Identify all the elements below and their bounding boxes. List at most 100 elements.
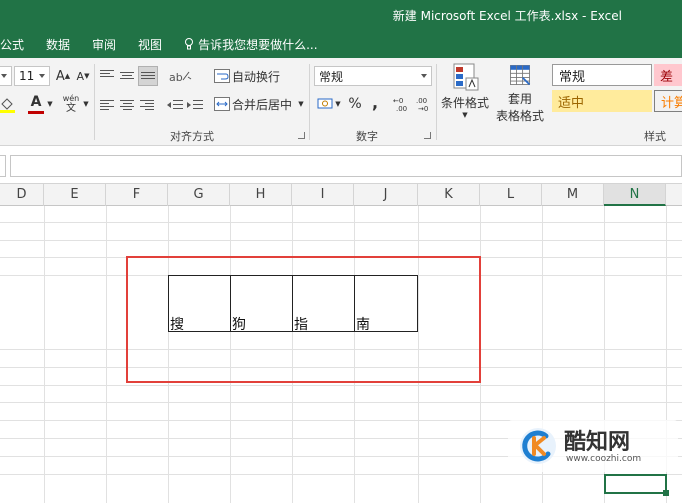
conditional-format-dropdown: ▼ (462, 111, 468, 119)
accounting-format-button[interactable]: ▼ (314, 94, 344, 114)
font-color-button[interactable]: A (26, 92, 46, 116)
font-color-bar (28, 110, 44, 114)
shrink-font-label: A (76, 69, 85, 83)
wrap-text-button[interactable]: 自动换行 (214, 66, 286, 86)
number-group-label: 数字 (356, 130, 378, 143)
decrease-decimal-button[interactable]: .00 →0 (414, 94, 434, 114)
column-header-j[interactable]: J (354, 184, 418, 206)
column-header-k[interactable]: K (418, 184, 480, 206)
align-right-icon[interactable] (140, 100, 154, 112)
style-calculation[interactable]: 计算 (654, 90, 682, 112)
phonetic-dropdown[interactable]: ▼ (82, 98, 90, 110)
increase-indent-button[interactable] (186, 96, 204, 114)
formula-input[interactable] (10, 155, 682, 177)
watermark: 酷知网 www.coozhi.com (508, 420, 678, 472)
alignment-group-label: 对齐方式 (170, 130, 214, 143)
style-bad[interactable]: 差 (654, 64, 682, 86)
column-header-m[interactable]: M (542, 184, 604, 206)
style-calculation-label: 计算 (661, 95, 682, 111)
tab-formulas[interactable]: 公式 (0, 36, 24, 53)
increase-indent-icon (187, 100, 203, 109)
increase-decimal-button[interactable]: ←0.00 (392, 94, 412, 114)
active-cell[interactable] (604, 474, 667, 494)
column-header-i[interactable]: I (292, 184, 354, 206)
shrink-font-button[interactable]: A ▼ (74, 66, 92, 86)
column-header-g[interactable]: G (168, 184, 230, 206)
svg-text:.00: .00 (396, 105, 407, 113)
merge-center-dropdown[interactable]: ▼ (296, 98, 306, 110)
font-name-combo[interactable] (0, 66, 12, 86)
alignment-dialog-launcher[interactable] (298, 132, 305, 139)
increase-decimal-icon: ←0.00 (393, 97, 407, 113)
font-color-letter: A (30, 93, 42, 110)
separator (436, 64, 437, 140)
svg-text:→0: →0 (418, 105, 428, 113)
format-table-label-1: 套用 (507, 92, 532, 106)
name-box[interactable] (0, 155, 6, 177)
column-header-f[interactable]: F (106, 184, 168, 206)
style-normal-label: 常规 (559, 69, 586, 85)
tab-data[interactable]: 数据 (46, 36, 70, 53)
format-as-table-button[interactable]: 套用 表格格式 (492, 62, 548, 124)
separator (309, 64, 310, 140)
currency-icon (317, 98, 333, 109)
font-size-combo[interactable]: 11 (14, 66, 50, 86)
column-header-d[interactable]: D (0, 184, 44, 206)
decrease-indent-button[interactable] (166, 96, 184, 114)
column-header-l[interactable]: L (480, 184, 542, 206)
column-header-e[interactable]: E (44, 184, 106, 206)
conditional-format-button[interactable]: 条件格式 ▼ (440, 62, 490, 124)
svg-text:ab: ab (169, 71, 183, 83)
tell-me-box[interactable]: 告诉我您想要做什么... (184, 36, 318, 53)
gridline (106, 206, 107, 503)
svg-text:←0: ←0 (393, 97, 403, 105)
merge-center-button[interactable]: 合并后居中 (214, 94, 294, 114)
gridline (0, 240, 682, 241)
merge-center-label: 合并后居中 (232, 97, 293, 112)
align-center-icon[interactable] (120, 100, 134, 112)
decrease-indent-icon (167, 100, 183, 109)
watermark-url: www.coozhi.com (566, 454, 642, 464)
coozhi-logo-icon (520, 428, 556, 464)
align-bottom-button[interactable] (138, 66, 158, 86)
column-header-n[interactable]: N (604, 184, 666, 206)
comma-button[interactable]: , (368, 92, 382, 112)
align-middle-icon[interactable] (120, 72, 134, 84)
font-size-value: 11 (19, 69, 35, 83)
accounting-dropdown-icon: ▼ (335, 100, 341, 108)
tab-view[interactable]: 视图 (138, 36, 162, 53)
number-format-value: 常规 (319, 69, 344, 84)
column-headers: D E F G H I J K L M N (0, 184, 682, 206)
formula-bar (0, 146, 682, 184)
orientation-button[interactable]: ab (168, 66, 194, 86)
percent-button[interactable]: % (346, 94, 364, 114)
number-dialog-launcher[interactable] (424, 132, 431, 139)
format-table-label-2: 表格格式 (495, 109, 544, 123)
style-normal[interactable]: 常规 (552, 64, 652, 86)
align-left-icon[interactable] (100, 100, 114, 112)
gridline (0, 402, 682, 403)
tab-review[interactable]: 审阅 (92, 36, 116, 53)
wrap-text-label: 自动换行 (232, 69, 281, 84)
ribbon-tabs: 公式 数据 审阅 视图 告诉我您想要做什么... (0, 34, 318, 54)
lightbulb-icon (185, 38, 194, 50)
style-neutral-label: 适中 (558, 95, 585, 111)
title-bar: 新建 Microsoft Excel 工作表.xlsx - Excel 公式 数… (0, 0, 682, 58)
fill-handle[interactable] (663, 490, 669, 496)
table-format-icon (510, 65, 531, 86)
ribbon: 11 A ▲ A ▼ A ▼ wén 文 ▼ ab 自动换行 合并后居中 ▼ 对… (0, 58, 682, 146)
grow-font-label: A (55, 68, 65, 84)
fill-color-button[interactable] (0, 94, 18, 116)
column-header-h[interactable]: H (230, 184, 292, 206)
gridline (44, 206, 45, 503)
orientation-icon: ab (169, 71, 192, 83)
gridline (0, 222, 682, 223)
phonetic-button[interactable]: wén 文 (60, 94, 82, 116)
font-color-dropdown[interactable]: ▼ (46, 98, 54, 110)
decrease-decimal-icon: .00→0 (416, 97, 428, 113)
conditional-format-icon (453, 63, 479, 91)
style-neutral[interactable]: 适中 (552, 90, 652, 112)
number-format-combo[interactable]: 常规 (314, 66, 432, 86)
align-top-icon[interactable] (100, 70, 114, 82)
grow-font-button[interactable]: A ▲ (54, 66, 72, 86)
